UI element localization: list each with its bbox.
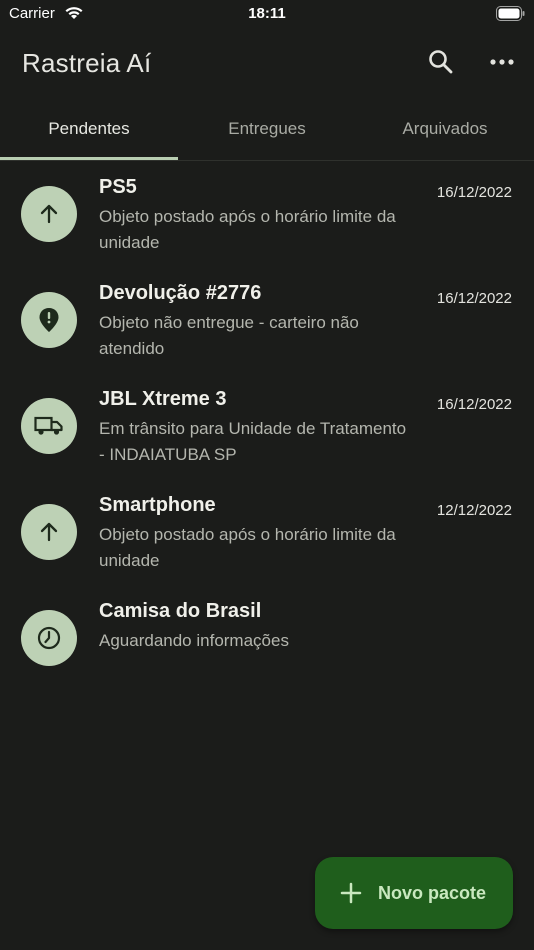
arrow-up-icon	[21, 186, 77, 242]
tab-pendentes[interactable]: Pendentes	[0, 100, 178, 158]
list-item[interactable]: Smartphone Objeto postado após o horário…	[0, 478, 534, 584]
clock-icon	[21, 610, 77, 666]
add-package-button[interactable]: Novo pacote	[315, 857, 513, 929]
package-title: Devolução #2776	[99, 282, 262, 304]
package-date: 12/12/2022	[436, 502, 512, 519]
tab-arquivados[interactable]: Arquivados	[356, 100, 534, 158]
list-item[interactable]: Devolução #2776 Objeto não entregue - ca…	[0, 266, 534, 372]
package-title: JBL Xtreme 3	[99, 388, 227, 410]
package-status: Objeto postado após o horário limite da …	[99, 207, 396, 252]
battery-icon	[496, 6, 525, 25]
more-horizontal-icon	[490, 59, 514, 65]
list-item[interactable]: Camisa do Brasil Aguardando informações	[0, 584, 534, 690]
list-item[interactable]: JBL Xtreme 3 Em trânsito para Unidade de…	[0, 372, 534, 478]
tab-label: Pendentes	[48, 119, 130, 138]
package-title: Camisa do Brasil	[99, 600, 262, 622]
app-title: Rastreia Aí	[22, 48, 152, 78]
list-item[interactable]: PS5 Objeto postado após o horário limite…	[0, 160, 534, 266]
package-date: 16/12/2022	[436, 184, 512, 201]
truck-icon	[21, 398, 77, 454]
alert-pin-icon	[21, 292, 77, 348]
more-options-button[interactable]	[482, 42, 522, 82]
package-status: Objeto não entregue - carteiro não atend…	[99, 313, 359, 358]
clock-time: 18:11	[248, 5, 286, 22]
package-status: Em trânsito para Unidade de Tratamento -…	[99, 419, 407, 464]
package-list: PS5 Objeto postado após o horário limite…	[0, 160, 534, 690]
package-date: 16/12/2022	[436, 290, 512, 307]
package-title: Smartphone	[99, 494, 216, 516]
tab-entregues[interactable]: Entregues	[178, 100, 356, 158]
package-title: PS5	[99, 176, 137, 198]
plus-icon	[340, 882, 362, 904]
search-button[interactable]	[421, 42, 461, 82]
tab-label: Arquivados	[402, 119, 488, 138]
tab-label: Entregues	[228, 119, 306, 138]
status-bar: Carrier 18:11	[0, 0, 534, 30]
search-icon	[429, 50, 453, 74]
add-package-label: Novo pacote	[378, 882, 487, 903]
app-bar: Rastreia Aí	[0, 36, 534, 92]
package-status: Aguardando informações	[99, 631, 289, 650]
package-date: 16/12/2022	[436, 396, 512, 413]
arrow-up-icon	[21, 504, 77, 560]
package-status: Objeto postado após o horário limite da …	[99, 525, 396, 570]
tab-bar: Pendentes Entregues Arquivados	[0, 100, 534, 161]
